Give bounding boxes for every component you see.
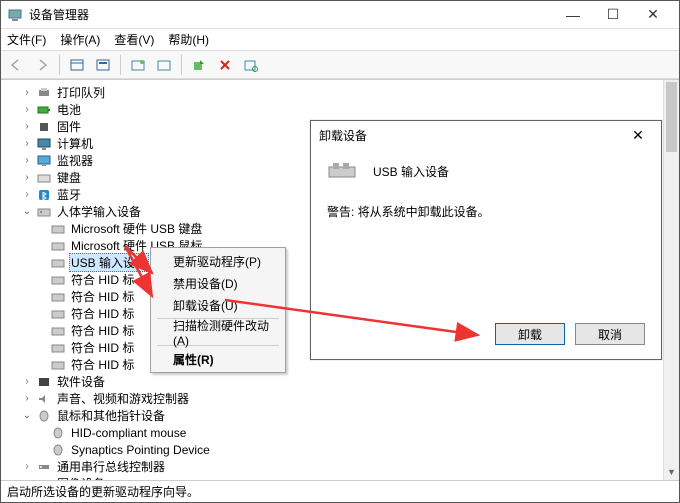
toolbar-icon-3[interactable] [127,54,149,76]
dialog-buttons: 卸载 取消 [495,323,645,345]
menu-help[interactable]: 帮助(H) [168,31,209,48]
chip-icon [36,120,52,134]
tree-node-hid-mouse[interactable]: HID-compliant mouse [7,424,679,441]
expander-icon[interactable]: › [21,393,33,404]
window-title: 设备管理器 [29,6,553,23]
context-menu: 更新驱动程序(P) 禁用设备(D) 卸载设备(U) 扫描检测硬件改动(A) 属性… [150,247,286,373]
menu-view[interactable]: 查看(V) [114,31,154,48]
device-icon [327,159,361,183]
expander-icon[interactable]: › [21,172,33,183]
scan-button[interactable] [240,54,262,76]
ctx-update-driver[interactable]: 更新驱动程序(P) [153,250,283,272]
toolbar-icon-2[interactable] [92,54,114,76]
software-icon [36,375,52,389]
dialog-device-row: USB 输入设备 [327,159,645,183]
app-icon [7,7,23,23]
toolbar-icon-1[interactable] [66,54,88,76]
device-icon [50,341,66,355]
expander-icon[interactable]: › [21,189,33,200]
sound-icon [36,392,52,406]
expander-icon[interactable]: › [21,104,33,115]
toolbar-icon-4[interactable] [153,54,175,76]
tree-node-synaptics[interactable]: Synaptics Pointing Device [7,441,679,458]
close-button[interactable]: ✕ [633,6,673,23]
expander-icon[interactable]: › [21,121,33,132]
scroll-down-button[interactable]: ▼ [664,464,679,480]
dialog-body: USB 输入设备 警告: 将从系统中卸载此设备。 [311,149,661,230]
expander-icon[interactable]: › [21,155,33,166]
keyboard-icon [36,171,52,185]
device-icon [50,358,66,372]
tree-node-usb-bus[interactable]: › 通用串行总线控制器 [7,458,679,475]
uninstall-dialog: 卸载设备 ✕ USB 输入设备 警告: 将从系统中卸载此设备。 卸载 取消 [310,120,662,360]
mouse-icon [50,443,66,457]
device-icon [50,222,66,236]
dialog-warning-text: 警告: 将从系统中卸载此设备。 [327,203,645,220]
ctx-uninstall-device[interactable]: 卸载设备(U) [153,294,283,316]
mouse-icon [50,426,66,440]
dialog-titlebar: 卸载设备 ✕ [311,121,661,149]
status-text: 启动所选设备的更新驱动程序向导。 [7,483,199,500]
tree-node-imaging[interactable]: › 图像设备 [7,475,679,480]
printer-icon [36,86,52,100]
dialog-device-name: USB 输入设备 [373,163,449,180]
dialog-title: 卸载设备 [319,127,623,144]
ctx-properties[interactable]: 属性(R) [153,348,283,370]
expander-icon[interactable]: › [21,138,33,149]
expander-icon[interactable]: ⌄ [21,206,33,217]
device-icon [50,290,66,304]
mouse-icon [36,409,52,423]
minimize-button[interactable]: — [553,7,593,23]
menubar: 文件(F) 操作(A) 查看(V) 帮助(H) [1,29,679,51]
maximize-button[interactable]: ☐ [593,6,633,23]
back-button[interactable] [5,54,27,76]
separator [59,55,60,75]
device-icon [50,307,66,321]
battery-icon [36,103,52,117]
titlebar: 设备管理器 — ☐ ✕ [1,1,679,29]
expander-icon[interactable]: › [21,87,33,98]
tree-node-printers[interactable]: › 打印队列 [7,84,679,101]
menu-action[interactable]: 操作(A) [60,31,100,48]
device-icon [50,256,66,270]
scroll-thumb[interactable] [666,82,677,152]
ctx-scan-hardware[interactable]: 扫描检测硬件改动(A) [153,321,283,343]
device-icon [50,273,66,287]
computer-icon [36,137,52,151]
bluetooth-icon [36,188,52,202]
cancel-button[interactable]: 取消 [575,323,645,345]
dialog-close-button[interactable]: ✕ [623,127,653,144]
vertical-scrollbar[interactable]: ▲ ▼ [663,80,679,480]
update-driver-button[interactable] [188,54,210,76]
usb-icon [36,460,52,474]
separator [181,55,182,75]
uninstall-button[interactable] [214,54,236,76]
toolbar [1,51,679,79]
forward-button[interactable] [31,54,53,76]
tree-node-software[interactable]: › 软件设备 [7,373,679,390]
expander-icon[interactable]: › [21,376,33,387]
separator [120,55,121,75]
tree-node-sound[interactable]: › 声音、视频和游戏控制器 [7,390,679,407]
ctx-disable-device[interactable]: 禁用设备(D) [153,272,283,294]
expander-icon[interactable]: ⌄ [21,410,33,421]
device-icon [50,324,66,338]
camera-icon [36,477,52,481]
status-bar: 启动所选设备的更新驱动程序向导。 [1,480,679,502]
tree-node-battery[interactable]: › 电池 [7,101,679,118]
expander-icon[interactable]: › [21,461,33,472]
uninstall-button[interactable]: 卸载 [495,323,565,345]
tree-node-mouse[interactable]: ⌄ 鼠标和其他指针设备 [7,407,679,424]
expander-icon[interactable]: › [21,478,33,480]
device-icon [50,239,66,253]
monitor-icon [36,154,52,168]
hid-icon [36,205,52,219]
menu-file[interactable]: 文件(F) [7,31,46,48]
